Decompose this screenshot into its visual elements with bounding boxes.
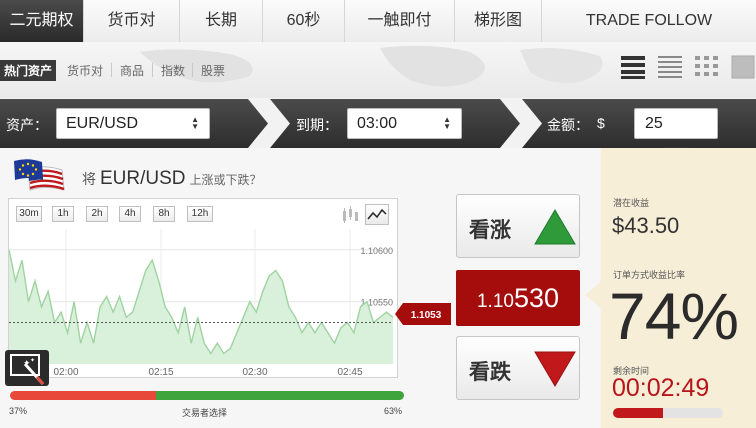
sentiment-call-fill: [155, 391, 404, 400]
remaining-time-bar: [613, 408, 723, 418]
expiry-select[interactable]: 03:00 ▲ ▼: [347, 108, 462, 139]
subnav-divider: [192, 63, 193, 77]
question-prefix: 将: [82, 171, 96, 187]
up-arrow-icon: [534, 209, 576, 245]
put-label: 看跌: [469, 361, 511, 384]
question-suffix: 上涨或下跌？: [189, 173, 262, 187]
price-prefix: 1.10: [476, 291, 514, 312]
chevron-separator-icon: [500, 99, 542, 148]
list-view-icon[interactable]: [620, 54, 646, 80]
x-tick-label: 02:15: [148, 367, 173, 377]
current-price-display: 1.10530: [456, 270, 580, 326]
call-up-button[interactable]: 看涨: [456, 194, 580, 258]
trade-parameters-bar: 资产： EUR/USD ▲ ▼ 到期： 03:00 ▲ ▼ 金额： $ 25: [0, 99, 756, 160]
sentiment-label: 交易者选择: [182, 408, 228, 418]
subnav-item-currency-pairs[interactable]: 货币对: [67, 62, 103, 79]
trade-question: 将 EUR/USD 上涨或下跌？: [82, 168, 262, 190]
chevron-separator-icon: [248, 99, 290, 148]
subnav-divider: [111, 63, 112, 77]
magic-wand-button[interactable]: ✦ ✦: [5, 350, 49, 386]
svg-text:✦: ✦: [30, 357, 35, 364]
sentiment-right-percent: 63%: [384, 406, 403, 416]
magic-wand-icon: ✦ ✦: [10, 354, 45, 386]
tab-trade-follow[interactable]: TRADE FOLLOW: [542, 0, 756, 42]
asset-select-value: EUR/USD: [66, 115, 139, 132]
trader-sentiment-bar: [10, 391, 404, 400]
current-price-tag-text: 1.1053: [411, 310, 442, 321]
potential-profit-value: $43.50: [612, 213, 680, 238]
select-arrows-icon: ▲ ▼: [191, 115, 199, 131]
price-area-fill: [9, 249, 393, 364]
down-arrow-icon: [534, 351, 576, 387]
currency-symbol: $: [597, 115, 605, 131]
compact-list-view-icon[interactable]: [657, 54, 683, 80]
x-tick-label: 02:30: [242, 367, 267, 377]
tab-one-touch[interactable]: 一触即付: [345, 0, 455, 42]
asset-label: 资产：: [6, 117, 48, 133]
sentiment-left-percent: 37%: [9, 406, 28, 416]
asset-select[interactable]: EUR/USD ▲ ▼: [56, 108, 210, 139]
top-nav: 二元期权 货币对 长期 60秒 一触即付 梯形图 TRADE FOLLOW: [0, 0, 756, 42]
tab-ladder[interactable]: 梯形图: [455, 0, 542, 42]
sentiment-put-fill: [10, 391, 156, 400]
subnav-item-stocks[interactable]: 股票: [201, 62, 225, 79]
remaining-time-value: 00:02:49: [612, 374, 710, 402]
payout-rate-value: 74%: [609, 279, 739, 353]
potential-profit-label: 潜在收益: [613, 198, 650, 208]
tab-60-seconds[interactable]: 60秒: [263, 0, 345, 42]
subnav-divider: [152, 63, 153, 77]
expiry-select-value: 03:00: [357, 115, 398, 132]
tab-currency-pairs[interactable]: 货币对: [84, 0, 180, 42]
grid-view-icon[interactable]: [694, 54, 720, 80]
y-tick-label: 1.10600: [360, 246, 393, 256]
price-chart[interactable]: 30m 1h 2h 4h 8h 12h 1.106001.105501.1050…: [8, 198, 398, 378]
tab-binary-options[interactable]: 二元期权: [0, 0, 84, 42]
remaining-time-fill: [613, 408, 663, 418]
amount-input-value: 25: [645, 115, 663, 132]
subnav-item-commodities[interactable]: 商品: [120, 62, 144, 79]
put-down-button[interactable]: 看跌: [456, 336, 580, 400]
current-price-tag: 1.1053: [395, 303, 451, 325]
expiry-label: 到期：: [296, 117, 338, 133]
payout-pointer-icon: [585, 280, 603, 310]
amount-label: 金额：: [547, 117, 589, 133]
eur-usd-flag-icon: [14, 159, 65, 191]
question-asset: EUR/USD: [100, 168, 186, 189]
select-arrows-icon: ▲ ▼: [443, 115, 451, 131]
amount-input[interactable]: 25: [634, 108, 718, 139]
subnav-item-indices[interactable]: 指数: [161, 62, 185, 79]
single-view-icon[interactable]: [731, 54, 756, 80]
x-tick-label: 02:00: [53, 367, 78, 377]
call-label: 看涨: [469, 219, 511, 242]
subnav-item-popular[interactable]: 热门资产: [0, 60, 57, 81]
asset-category-bar: 热门资产 货币对 商品 指数 股票: [0, 42, 756, 98]
tab-long-term[interactable]: 长期: [180, 0, 263, 42]
price-area-chart: 1.106001.105501.1050002:0002:1502:3002:4…: [9, 229, 394, 377]
price-big-digits: 530: [513, 283, 560, 313]
x-tick-label: 02:45: [337, 367, 362, 377]
payout-panel: 潜在收益 $43.50 订单方式收益比率 74% 剩余时间 00:02:49: [585, 148, 756, 428]
